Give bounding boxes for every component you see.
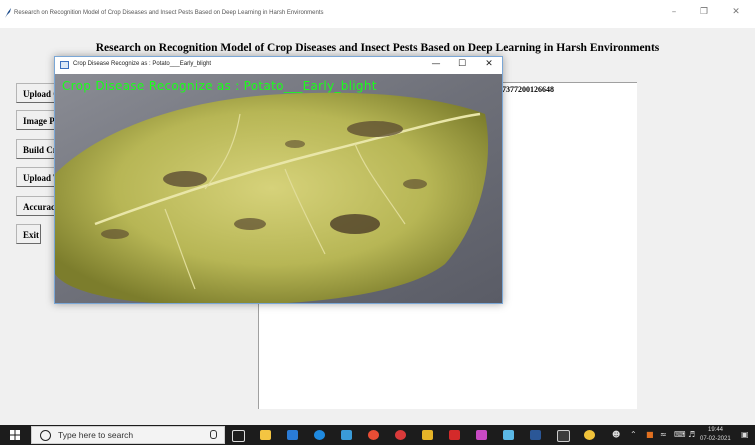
search-placeholder: Type here to search: [58, 430, 134, 440]
image-window-title: Crop Disease Recognize as : Potato___Ear…: [73, 61, 212, 67]
acrobat-icon[interactable]: [449, 430, 460, 440]
files-icon[interactable]: [422, 430, 433, 440]
tk-feather-icon: [5, 8, 11, 18]
image-maximize-button[interactable]: ☐: [455, 59, 469, 69]
notification-icon[interactable]: ▣: [741, 430, 749, 439]
main-titlebar: Research on Recognition Model of Crop Di…: [0, 0, 755, 28]
main-window-title: Research on Recognition Model of Crop Di…: [14, 10, 324, 16]
output-text: 27377200126648: [498, 85, 554, 94]
mail-icon[interactable]: [287, 430, 298, 440]
close-button[interactable]: ✕: [728, 7, 744, 17]
opera-icon[interactable]: [395, 430, 406, 440]
page-heading: Research on Recognition Model of Crop Di…: [95, 42, 660, 54]
minimize-button[interactable]: –: [666, 7, 682, 17]
terminal-icon[interactable]: [557, 430, 570, 442]
image-minimize-button[interactable]: —: [429, 59, 443, 69]
taskbar: Type here to search ☻ ⌃ ■ ≈ ⌨ ♬ 19:44 07…: [0, 425, 755, 445]
volume-icon[interactable]: ♬: [688, 430, 695, 439]
edge-icon[interactable]: [314, 430, 325, 440]
leaf-image: [55, 74, 502, 303]
recognition-overlay-text: Crop Disease Recognize as : Potato___Ear…: [62, 79, 377, 93]
keyboard-icon[interactable]: ⌨: [674, 430, 686, 439]
tray-app-icon[interactable]: ■: [646, 430, 654, 439]
wifi-icon[interactable]: ≈: [660, 430, 667, 439]
windows-start-icon[interactable]: [4, 428, 26, 442]
microphone-icon[interactable]: [210, 430, 217, 439]
clock-date[interactable]: 07-02-2021: [700, 436, 731, 442]
viewer-icon[interactable]: [503, 430, 514, 440]
people-icon[interactable]: ☻: [612, 430, 620, 439]
clock-time[interactable]: 19:44: [708, 427, 723, 433]
search-icon: [40, 430, 51, 441]
paint-icon[interactable]: [476, 430, 487, 440]
task-view-icon[interactable]: [232, 430, 245, 442]
taskbar-search-input[interactable]: Type here to search: [31, 426, 225, 444]
chrome-icon[interactable]: [368, 430, 379, 440]
image-window: Crop Disease Recognize as : Potato___Ear…: [54, 56, 503, 304]
word-icon[interactable]: [530, 430, 541, 440]
window-app-icon: [60, 61, 69, 69]
exit-button[interactable]: Exit: [16, 224, 41, 244]
image-window-titlebar: Crop Disease Recognize as : Potato___Ear…: [55, 57, 502, 74]
restore-button[interactable]: ❐: [696, 7, 712, 17]
image-close-button[interactable]: ✕: [482, 59, 496, 69]
chevron-up-icon[interactable]: ⌃: [630, 430, 637, 439]
python-icon[interactable]: [584, 430, 595, 440]
photos-icon[interactable]: [341, 430, 352, 440]
store-icon[interactable]: [260, 430, 271, 440]
